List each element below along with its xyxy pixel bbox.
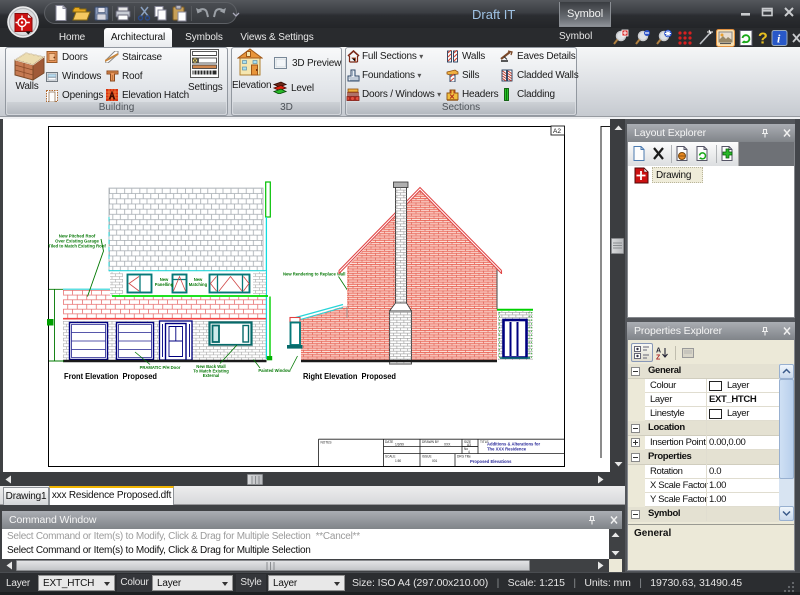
svg-text:A: A <box>656 348 661 355</box>
svg-text:Painted Window: Painted Window <box>258 368 291 373</box>
svg-text:1:50: 1:50 <box>395 459 401 463</box>
svg-text:The XXX Residence: The XXX Residence <box>487 447 527 452</box>
svg-text:001: 001 <box>432 459 438 463</box>
svg-text:External: External <box>203 373 220 378</box>
svg-text:Front Elevation Proposed: Front Elevation Proposed <box>64 371 157 381</box>
svg-text:DRG Title: DRG Title <box>457 454 471 458</box>
svg-text:Tiled to Match Existing Roof: Tiled to Match Existing Roof <box>48 244 106 249</box>
svg-text:DRAWN BY: DRAWN BY <box>422 440 440 444</box>
svg-text:PRAMATIC P/H Door: PRAMATIC P/H Door <box>140 365 181 370</box>
svg-text:NOTES: NOTES <box>321 441 332 445</box>
svg-text:ISSUE: ISSUE <box>422 454 432 458</box>
svg-text:?: ? <box>758 31 768 48</box>
svg-text:XXX: XXX <box>444 443 451 447</box>
svg-text:1/3/99: 1/3/99 <box>395 443 404 447</box>
svg-text:New Rendering to Replace Wall: New Rendering to Replace Wall <box>283 272 345 277</box>
svg-text:A2: A2 <box>553 128 561 135</box>
svg-text:Proposed Elevations: Proposed Elevations <box>470 459 512 464</box>
svg-text:Panelling: Panelling <box>155 282 174 287</box>
svg-text:DATE: DATE <box>385 440 393 444</box>
svg-text:SCALE: SCALE <box>385 454 395 458</box>
svg-text:Z: Z <box>656 355 661 361</box>
svg-text:Matching: Matching <box>189 282 208 287</box>
svg-text:Right Elevation Proposed: Right Elevation Proposed <box>303 371 396 381</box>
